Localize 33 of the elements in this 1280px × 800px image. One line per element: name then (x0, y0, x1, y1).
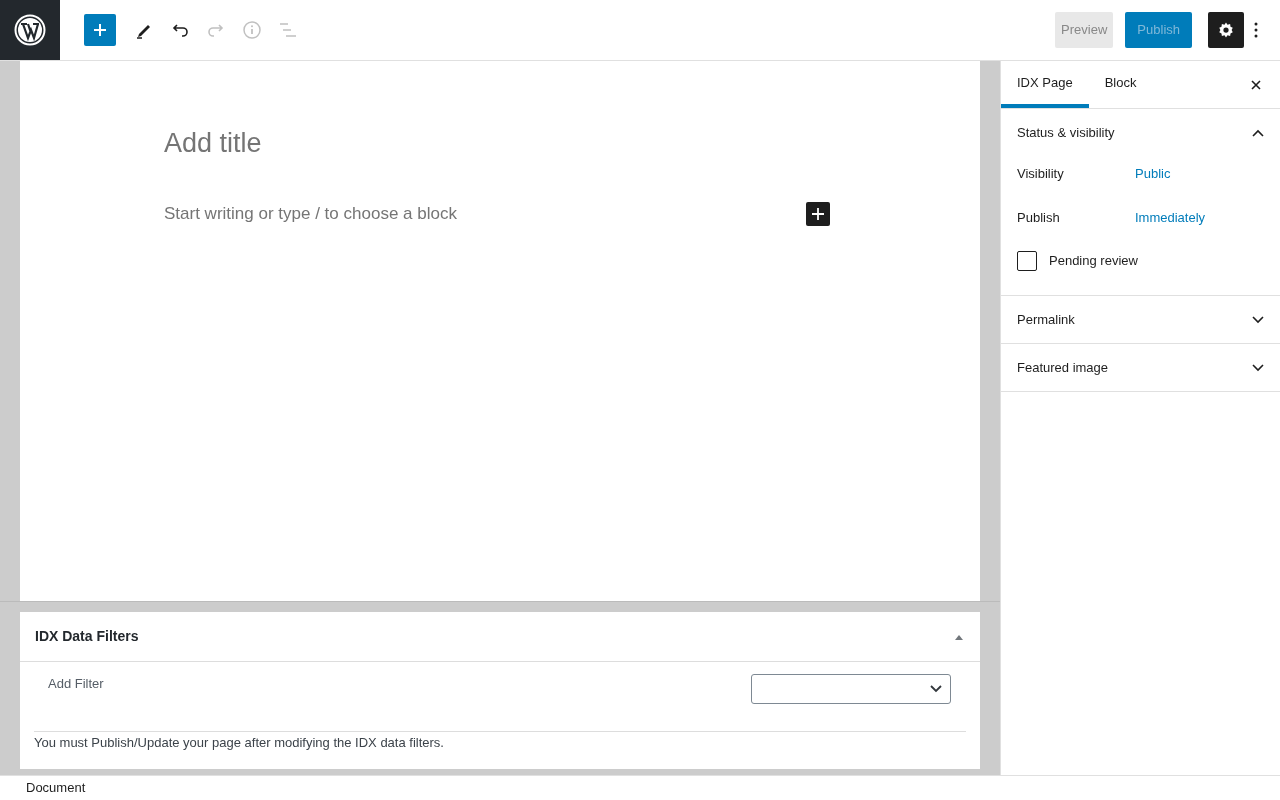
wordpress-logo[interactable] (0, 0, 60, 60)
breadcrumb[interactable]: Document (26, 778, 86, 798)
panel-header[interactable]: Permalink (1001, 296, 1280, 343)
chevron-down-icon (1252, 363, 1264, 372)
panel-header[interactable]: Featured image (1001, 344, 1280, 391)
list-outline-icon (278, 20, 298, 40)
sidebar-tab[interactable]: Block (1088, 61, 1153, 108)
block-placeholder[interactable]: Start writing or type / to choose a block (164, 201, 457, 227)
sidebar-tab[interactable]: IDX Page (1001, 61, 1089, 108)
settings-button[interactable] (1208, 12, 1244, 48)
plus-icon (811, 206, 825, 221)
wordpress-icon (14, 14, 46, 46)
chevron-down-icon (1252, 315, 1264, 324)
filter-dropdown[interactable] (751, 674, 951, 704)
panel-header[interactable]: Status & visibility (1001, 109, 1280, 156)
checkbox-label: Pending review (1049, 252, 1138, 271)
close-icon (1251, 79, 1261, 90)
title-field[interactable]: Add title (164, 123, 830, 163)
info-icon (242, 20, 262, 40)
value-link[interactable]: Immediately (1135, 207, 1206, 227)
field-label: Visibility (1017, 165, 1065, 183)
chevron-down-icon (930, 685, 942, 693)
meta-box-title: IDX Data Filters (35, 627, 139, 646)
more-icon (1254, 22, 1258, 38)
chevron-up-icon (1252, 128, 1264, 137)
value-link[interactable]: Public (1135, 164, 1171, 184)
settings-icon (1217, 21, 1235, 39)
add-block-button[interactable] (806, 201, 830, 226)
filter-label: Add Filter (48, 675, 104, 693)
triangle-icon (954, 633, 964, 640)
notice-text: You must Publish/Update your page after modifying the IDX data filters. (34, 734, 445, 752)
checkbox[interactable] (1017, 251, 1037, 271)
field-label: Publish (1017, 208, 1061, 227)
